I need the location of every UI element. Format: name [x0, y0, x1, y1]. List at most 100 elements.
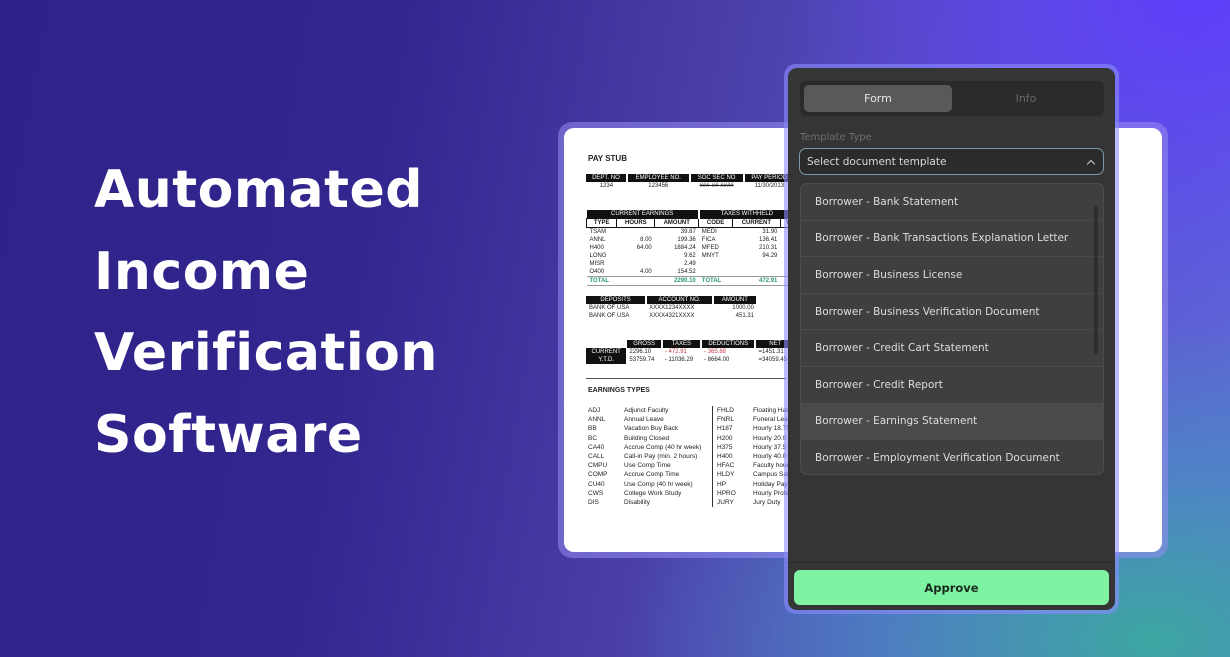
- table-row: CURRENT 2296.10 - 472.91 - 365.88 =1451.…: [586, 348, 795, 356]
- paystub-title: PAY STUB: [588, 154, 627, 163]
- template-select[interactable]: Select document template: [799, 148, 1104, 175]
- cell: [732, 260, 780, 268]
- cell: ANNL: [589, 237, 606, 243]
- earnings-type-code: ANNL: [588, 416, 606, 424]
- earnings-type-code: HP: [717, 480, 727, 488]
- earnings-type-row: BB Vacation Buy Back: [588, 424, 701, 433]
- cell: 123456: [648, 183, 669, 189]
- cell: 2296.10: [629, 349, 652, 355]
- table-row: Y.T.D. 53759.74 - 11036.29 - 8664.00 =34…: [586, 356, 795, 364]
- earnings-type-row: ADJ Adjunct Faculty: [588, 406, 701, 415]
- chevron-up-icon: [1087, 158, 1095, 166]
- template-option[interactable]: Borrower - Bank Statement: [801, 184, 1103, 221]
- cell: 8.00: [640, 237, 652, 243]
- group-header: CURRENT EARNINGS: [586, 210, 700, 219]
- earnings-type-label: Call-in Pay (min. 2 hours): [624, 453, 698, 461]
- column-header: ACCOUNT NO.: [646, 296, 714, 304]
- column-header: AMOUNT: [654, 218, 700, 228]
- earnings-type-code: CWS: [588, 489, 604, 497]
- table-row: BANK OF USA XXXX1234XXXX 1000.00: [586, 304, 757, 312]
- cell: [617, 260, 655, 268]
- hero-title-line: Income: [94, 241, 310, 302]
- cell: 199.36: [677, 237, 696, 243]
- cell: 53759.74: [629, 357, 655, 363]
- earnings-types-left: ADJ Adjunct Faculty ANNL Annual Leave BB Vaca…: [588, 406, 701, 507]
- earnings-type-label: Use Comp (40 hr week): [624, 480, 693, 488]
- approve-button[interactable]: Approve: [794, 570, 1109, 605]
- cell: 1234: [599, 183, 614, 189]
- template-select-placeholder: Select document template: [807, 155, 947, 168]
- earnings-type-label: Jury Duty: [753, 499, 781, 507]
- dropdown-scrollbar[interactable]: [1094, 206, 1098, 354]
- earnings-type-label: Annual Leave: [624, 416, 664, 424]
- table-row: ANNL 8.00 199.36 FICA 136.41: [587, 236, 796, 244]
- cell: [732, 268, 780, 277]
- template-option[interactable]: Borrower - Employment Verification Docum…: [801, 440, 1103, 474]
- summary-table: GROSS TAXES DEDUCTIONS NET CURRENT 2296.…: [586, 340, 796, 364]
- cell: 136.41: [759, 237, 778, 243]
- table-row: TSAM 39.87 MEDI 31.90: [587, 228, 796, 237]
- cell: LONG: [589, 253, 607, 259]
- template-option[interactable]: Borrower - Business License: [801, 257, 1103, 294]
- cell: 1884.24: [674, 245, 696, 251]
- template-option[interactable]: Borrower - Credit Report: [801, 367, 1103, 404]
- hero-title-line: Automated: [94, 160, 423, 220]
- cell: 451.31: [735, 313, 754, 319]
- template-option[interactable]: Borrower - Earnings Statement: [801, 403, 1103, 441]
- cell: 1000.00: [732, 305, 754, 311]
- earnings-type-code: BB: [588, 425, 597, 433]
- table-row: H400 64.00 1884.24 MFED 210.31: [587, 244, 796, 252]
- cell: BANK OF USA: [589, 305, 630, 311]
- column-header: CODE: [698, 218, 733, 228]
- form-panel-frame: Form Info Template Type Select document …: [784, 64, 1119, 614]
- cell: 2.49: [684, 261, 696, 267]
- cell: 39.87: [680, 229, 696, 235]
- earnings-type-label: Use Comp Time: [624, 462, 671, 470]
- cell: 9.62: [684, 253, 696, 259]
- earnings-type-code: HLDY: [717, 471, 735, 479]
- earnings-type-row: DIS Disability: [588, 498, 701, 507]
- earnings-type-code: FHLD: [717, 407, 734, 414]
- earnings-type-code: CALL: [588, 453, 605, 461]
- earnings-type-row: BC Building Closed: [588, 434, 701, 443]
- earnings-type-row: ANNL Annual Leave: [588, 415, 701, 424]
- earnings-rows: TSAM 39.87 MEDI 31.90 ANNL 8.00 199.36 FICA 136.…: [587, 228, 796, 277]
- column-header: [586, 340, 628, 348]
- earnings-type-row: CMPU Use Comp Time: [588, 461, 701, 470]
- column-header: EMPLOYEE NO.: [626, 174, 691, 182]
- column-header: HOURS: [616, 218, 656, 228]
- template-option[interactable]: Borrower - Bank Transactions Explanation…: [801, 221, 1103, 258]
- earnings-type-label: Adjunct Faculty: [624, 407, 669, 414]
- earnings-types-title: EARNINGS TYPES: [588, 387, 650, 394]
- cell: [699, 260, 733, 268]
- column-header: AMOUNT: [712, 296, 759, 304]
- earnings-type-code: ADJ: [588, 407, 601, 414]
- cell: [617, 228, 655, 237]
- tab-info[interactable]: Info: [952, 85, 1100, 112]
- total-label: TOTAL: [586, 276, 655, 286]
- cell: 94.29: [762, 253, 778, 259]
- template-option[interactable]: Borrower - Credit Cart Statement: [801, 330, 1103, 367]
- template-option[interactable]: Borrower - Business Verification Documen…: [801, 294, 1103, 331]
- earnings-type-code: H187: [717, 425, 733, 433]
- column-header: TAXES: [661, 340, 703, 348]
- cell: XXXX4321XXXX: [649, 313, 695, 319]
- cell: - 8664.00: [704, 357, 730, 363]
- group-header: TAXES WITHHELD: [698, 210, 797, 219]
- earnings-type-label: Disability: [624, 499, 651, 507]
- cell: BANK OF USA: [589, 313, 630, 319]
- cell: 31.90: [762, 229, 778, 235]
- cell: 154.52: [677, 269, 696, 275]
- footer: Approve: [788, 562, 1115, 610]
- cell: [699, 268, 733, 277]
- earnings-type-label: Vacation Buy Back: [624, 425, 679, 433]
- total-earnings: 2290.10: [654, 276, 699, 286]
- earnings-type-code: BC: [588, 434, 598, 442]
- form-panel: Form Info Template Type Select document …: [788, 68, 1115, 610]
- table-row: MISR 2.49: [587, 260, 796, 268]
- tab-form[interactable]: Form: [804, 85, 952, 112]
- column-header: GROSS: [626, 340, 663, 348]
- tab-bar: Form Info: [800, 81, 1104, 116]
- table-row: O400 4.00 154.52: [587, 268, 796, 277]
- earnings-table: CURRENT EARNINGS TAXES WITHHELD TYPE HOU…: [585, 210, 797, 286]
